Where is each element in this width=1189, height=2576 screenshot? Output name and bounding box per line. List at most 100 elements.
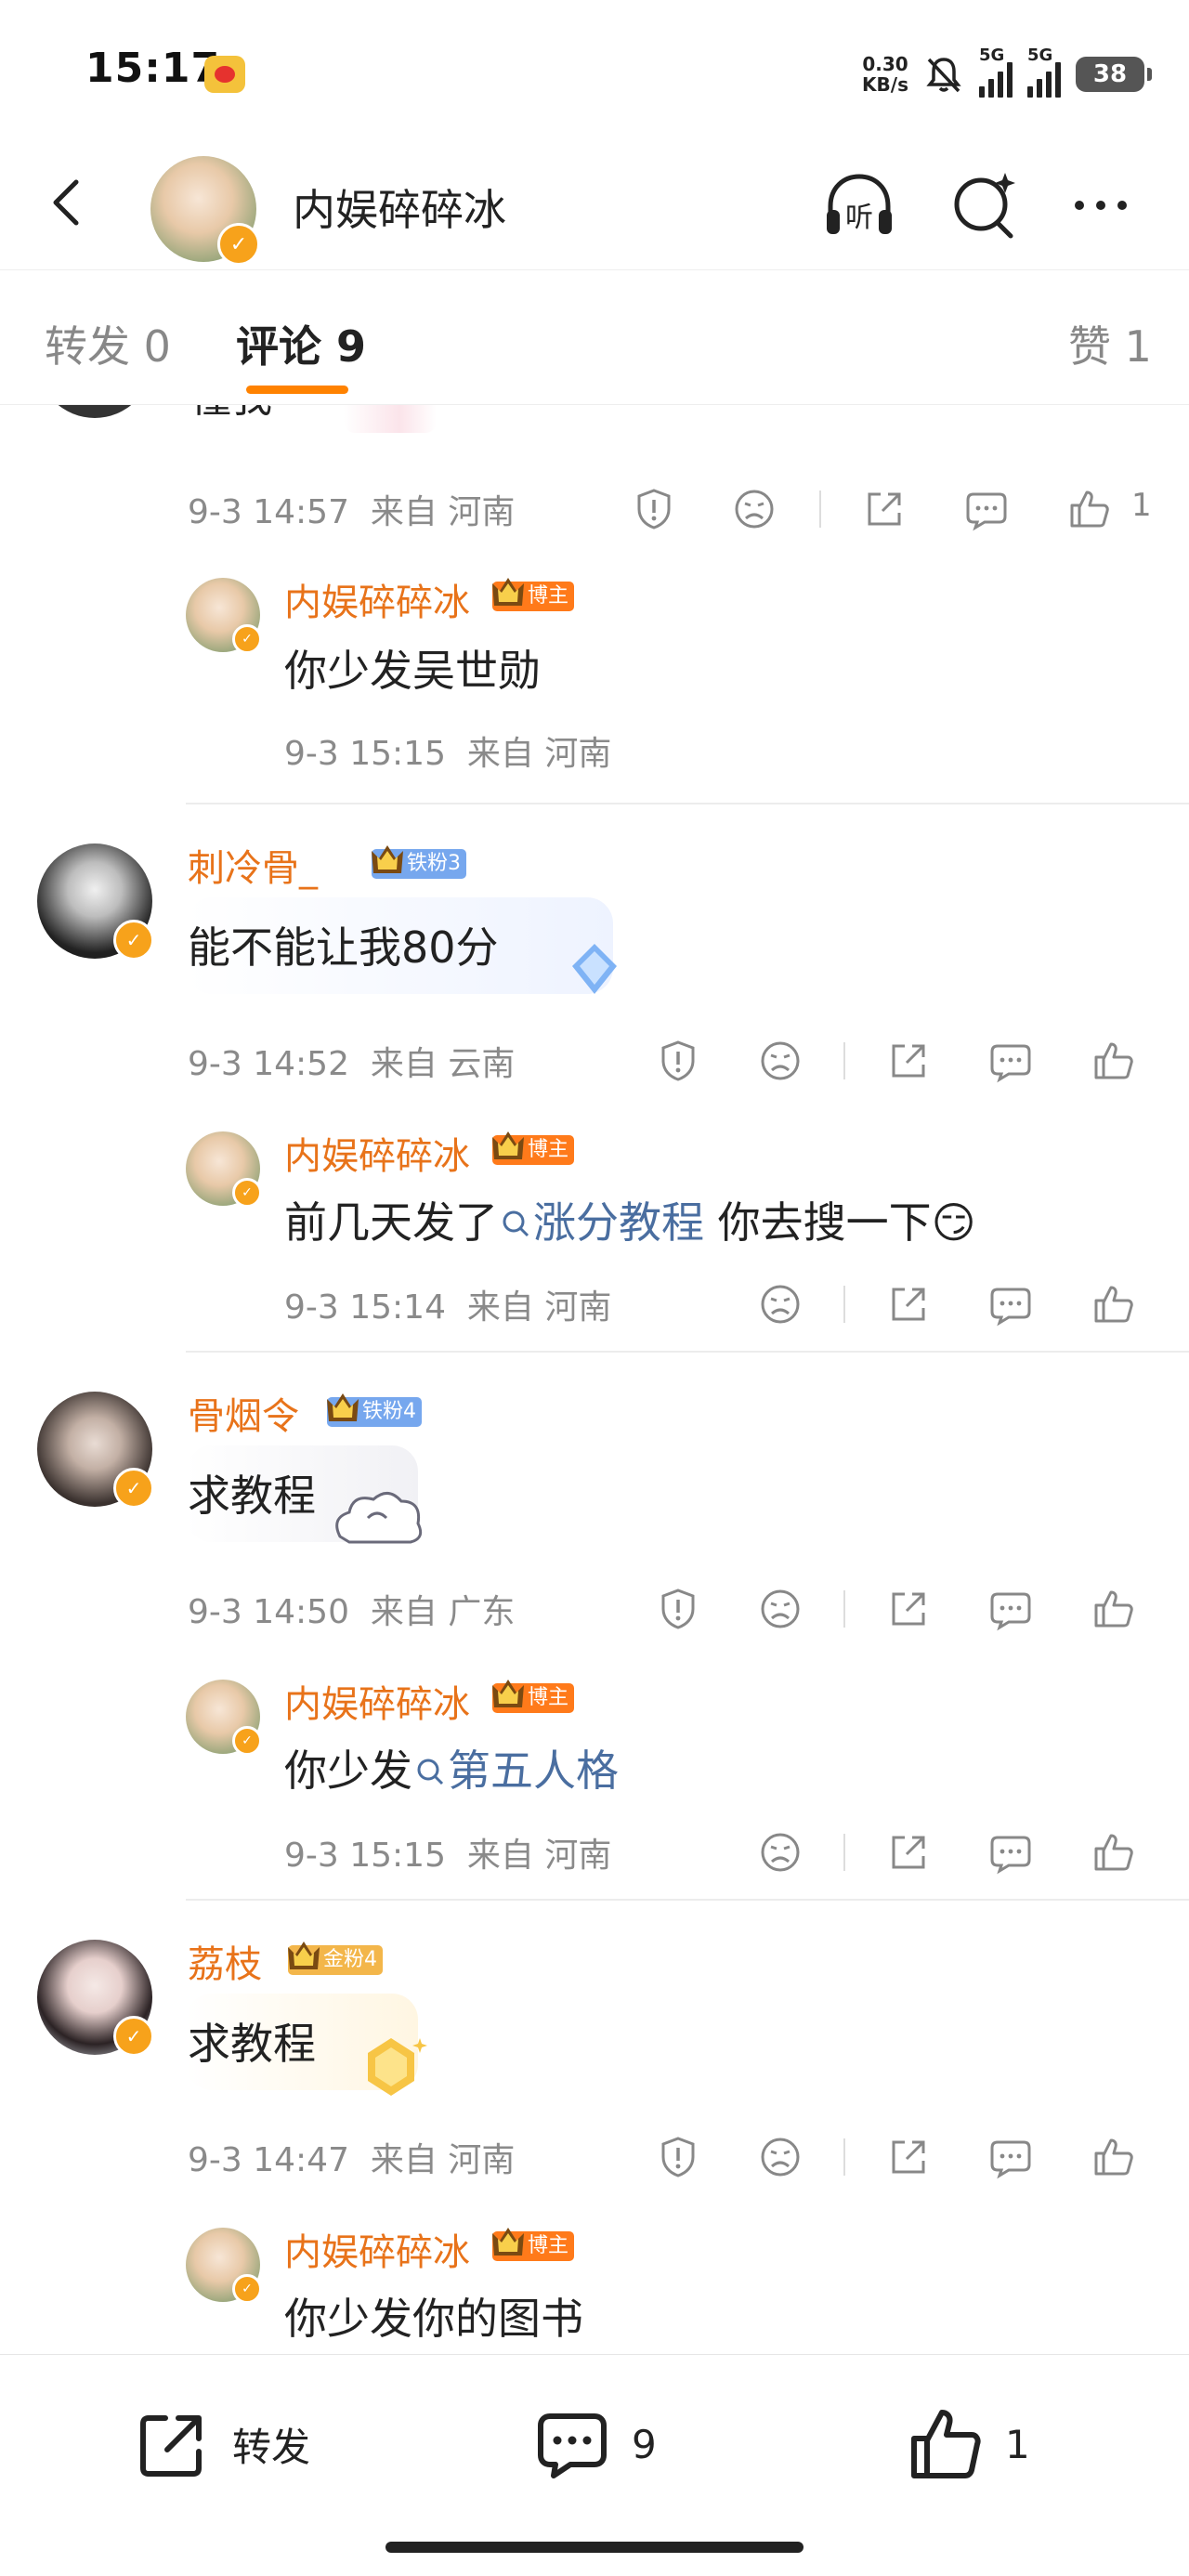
blogger-badge: 博主 <box>492 1131 575 1165</box>
reply-avatar[interactable]: ✓ <box>186 2228 262 2304</box>
home-indicator[interactable] <box>385 2542 804 2553</box>
author-avatar[interactable]: ✓ <box>150 156 260 266</box>
share-icon[interactable] <box>886 2135 931 2179</box>
dislike-icon[interactable] <box>758 2135 803 2179</box>
more-icon[interactable] <box>1061 165 1141 245</box>
like-count: 1 <box>1131 487 1152 524</box>
dislike-icon[interactable] <box>758 1587 803 1631</box>
comment-icon[interactable] <box>988 1039 1033 1083</box>
repost-button[interactable]: 转发 <box>134 2407 310 2481</box>
comment-icon[interactable] <box>964 487 1009 531</box>
comment-text: 求教程 <box>188 2019 316 2069</box>
verified-icon: ✓ <box>232 2274 262 2304</box>
crown-icon <box>492 1131 524 1159</box>
comment-icon[interactable] <box>988 2135 1033 2179</box>
search-icon <box>417 1759 444 1785</box>
crown-icon <box>288 1942 320 1969</box>
status-bar: 15:17 0.30 KB/s 5G 5G 38 <box>0 0 1189 139</box>
dislike-icon[interactable] <box>758 1282 803 1327</box>
like-icon[interactable] <box>1091 1830 1135 1875</box>
tab-likes[interactable]: 赞 1 <box>1068 313 1152 374</box>
like-icon <box>911 2410 981 2478</box>
reply-meta: 9-3 15:14 来自 河南 <box>284 1288 612 1327</box>
like-icon[interactable] <box>1066 487 1111 531</box>
back-icon[interactable] <box>41 175 97 230</box>
report-icon[interactable] <box>632 487 676 531</box>
signal-5g-1: 5G <box>979 46 1013 98</box>
topic-link[interactable]: 涨分教程 <box>498 1197 704 1248</box>
headphones-icon[interactable]: 听 <box>819 165 899 245</box>
like-icon[interactable] <box>1091 1587 1135 1631</box>
comment-icon[interactable] <box>988 1587 1033 1631</box>
like-button[interactable]: 1 <box>907 2407 1030 2481</box>
report-icon[interactable] <box>656 1039 700 1083</box>
like-icon[interactable] <box>1091 2135 1135 2179</box>
comment-button[interactable]: 9 <box>533 2407 657 2481</box>
share-icon[interactable] <box>862 487 907 531</box>
tab-comments[interactable]: 评论 9 <box>236 313 366 374</box>
bell-muted-icon <box>926 58 961 93</box>
listen-label: 听 <box>845 202 873 234</box>
verified-icon: ✓ <box>232 624 262 654</box>
reply-meta: 9-3 15:15 来自 河南 <box>284 1837 612 1875</box>
reply-username[interactable]: 内娱碎碎冰 <box>284 2222 470 2276</box>
verified-icon: ✓ <box>113 2016 154 2057</box>
reply-avatar[interactable]: ✓ <box>186 578 262 654</box>
commenter-avatar[interactable] <box>37 405 152 418</box>
blogger-badge: 博主 <box>492 1680 575 1713</box>
action-separator <box>843 1590 845 1628</box>
fan-badge: 金粉4 <box>288 1942 383 1975</box>
commenter-avatar[interactable]: ✓ <box>37 1392 154 1509</box>
status-time: 15:17 <box>85 45 221 92</box>
commenter-username[interactable]: 刺冷骨_ <box>188 838 318 892</box>
share-icon[interactable] <box>886 1039 931 1083</box>
reply-avatar[interactable]: ✓ <box>186 1680 262 1756</box>
tab-repost[interactable]: 转发 0 <box>45 313 171 374</box>
reply-username[interactable]: 内娱碎碎冰 <box>284 572 470 626</box>
share-icon[interactable] <box>886 1587 931 1631</box>
repost-label: 转发 <box>232 2424 311 2470</box>
commenter-avatar[interactable]: ✓ <box>37 843 154 961</box>
dislike-icon[interactable] <box>732 487 777 531</box>
comment-item: 懂我 9-3 14:57 来自 河南 1 ✓ 内娱碎碎冰 博主 你少发吴世勋 9… <box>0 405 1189 870</box>
comment-item: ✓ 刺冷骨_ 铁粉3 能不能让我80分 9-3 14:52 来自 云南 ✓ 内娱… <box>0 804 1189 1351</box>
reply-text: 你少发 第五人格 <box>284 1746 619 1796</box>
repost-icon <box>140 2415 202 2477</box>
page-title[interactable]: 内娱碎碎冰 <box>293 177 506 238</box>
comment-meta: 9-3 14:57 来自 河南 <box>188 493 516 531</box>
like-icon[interactable] <box>1091 1282 1135 1327</box>
dislike-icon[interactable] <box>758 1039 803 1083</box>
report-icon[interactable] <box>656 1587 700 1631</box>
header: ✓ 内娱碎碎冰 听 <box>0 139 1189 269</box>
like-count: 1 <box>1005 2421 1030 2467</box>
search-sparkle-icon[interactable] <box>944 165 1024 245</box>
net-speed: 0.30 KB/s <box>862 53 908 96</box>
commenter-username[interactable]: 骨烟令 <box>188 1386 299 1440</box>
report-icon[interactable] <box>656 2135 700 2179</box>
fan-badge: 铁粉4 <box>327 1393 422 1427</box>
comment-count: 9 <box>632 2421 657 2467</box>
commenter-avatar[interactable]: ✓ <box>37 1940 154 2057</box>
comment-meta: 9-3 14:52 来自 云南 <box>188 1045 516 1083</box>
action-separator <box>843 1286 845 1323</box>
comment-icon[interactable] <box>988 1282 1033 1327</box>
share-icon[interactable] <box>886 1830 931 1875</box>
reply-username[interactable]: 内娱碎碎冰 <box>284 1126 470 1180</box>
reply-text: 你少发你的图书 <box>284 2294 583 2344</box>
comment-meta: 9-3 14:47 来自 河南 <box>188 2141 516 2179</box>
reply-username[interactable]: 内娱碎碎冰 <box>284 1674 470 1728</box>
action-separator <box>843 2138 845 2176</box>
gold-sticker-icon <box>368 2038 427 2096</box>
commenter-username[interactable]: 荔枝 <box>188 1934 262 1988</box>
like-icon[interactable] <box>1091 1039 1135 1083</box>
dislike-icon[interactable] <box>758 1830 803 1875</box>
comment-meta: 9-3 14:50 来自 广东 <box>188 1593 516 1631</box>
weibo-notification-icon <box>204 56 245 93</box>
crown-icon <box>327 1393 359 1421</box>
comment-icon[interactable] <box>988 1830 1033 1875</box>
comment-list[interactable]: 懂我 9-3 14:57 来自 河南 1 ✓ 内娱碎碎冰 博主 你少发吴世勋 9… <box>0 405 1189 2354</box>
reply-avatar[interactable]: ✓ <box>186 1131 262 1208</box>
share-icon[interactable] <box>886 1282 931 1327</box>
topic-link[interactable]: 第五人格 <box>412 1746 619 1796</box>
reply-text: 前几天发了 涨分教程 你去搜一下😏 <box>284 1197 976 1248</box>
